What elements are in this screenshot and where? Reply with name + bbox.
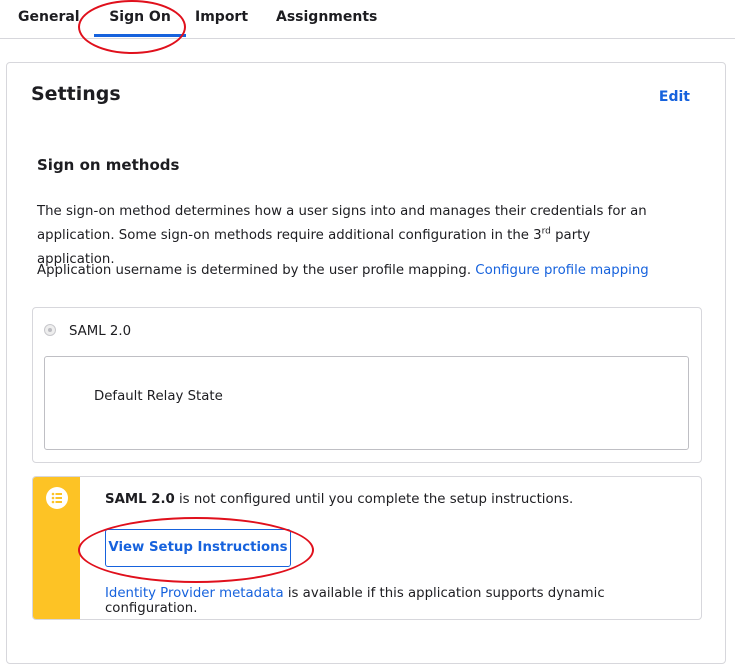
notice-message-text: is not configured until you complete the… (174, 492, 574, 507)
settings-title: Settings (31, 83, 121, 105)
edit-link[interactable]: Edit (659, 89, 690, 105)
saml-method-box: SAML 2.0 Default Relay State (32, 307, 702, 463)
description-superscript: rd (541, 226, 551, 237)
tab-assignments[interactable]: Assignments (276, 0, 377, 38)
sign-on-methods-title: Sign on methods (37, 156, 180, 174)
tab-general[interactable]: General (18, 0, 80, 38)
relay-state-label: Default Relay State (94, 389, 223, 404)
saml-radio[interactable] (44, 324, 56, 336)
settings-card: Settings Edit Sign on methods The sign-o… (6, 62, 726, 664)
relay-state-box: Default Relay State (44, 356, 689, 450)
setup-notice: SAML 2.0 is not configured until you com… (32, 476, 702, 620)
tab-sign-on[interactable]: Sign On (94, 0, 186, 38)
notice-message: SAML 2.0 is not configured until you com… (105, 492, 573, 507)
notice-warning-bar (33, 477, 80, 619)
active-tab-indicator (94, 34, 186, 37)
username-text: Application username is determined by th… (37, 263, 472, 278)
view-setup-instructions-button[interactable]: View Setup Instructions (105, 529, 291, 567)
tab-import[interactable]: Import (195, 0, 248, 38)
username-info: Application username is determined by th… (37, 259, 667, 283)
list-icon (46, 487, 68, 509)
notice-method-name: SAML 2.0 (105, 492, 175, 507)
identity-provider-metadata-link[interactable]: Identity Provider metadata (105, 586, 284, 601)
configure-profile-mapping-link[interactable]: Configure profile mapping (475, 263, 648, 278)
saml-method-label: SAML 2.0 (69, 324, 132, 339)
tab-bar: General Sign On Import Assignments (0, 0, 735, 39)
metadata-info: Identity Provider metadata is available … (105, 586, 701, 616)
